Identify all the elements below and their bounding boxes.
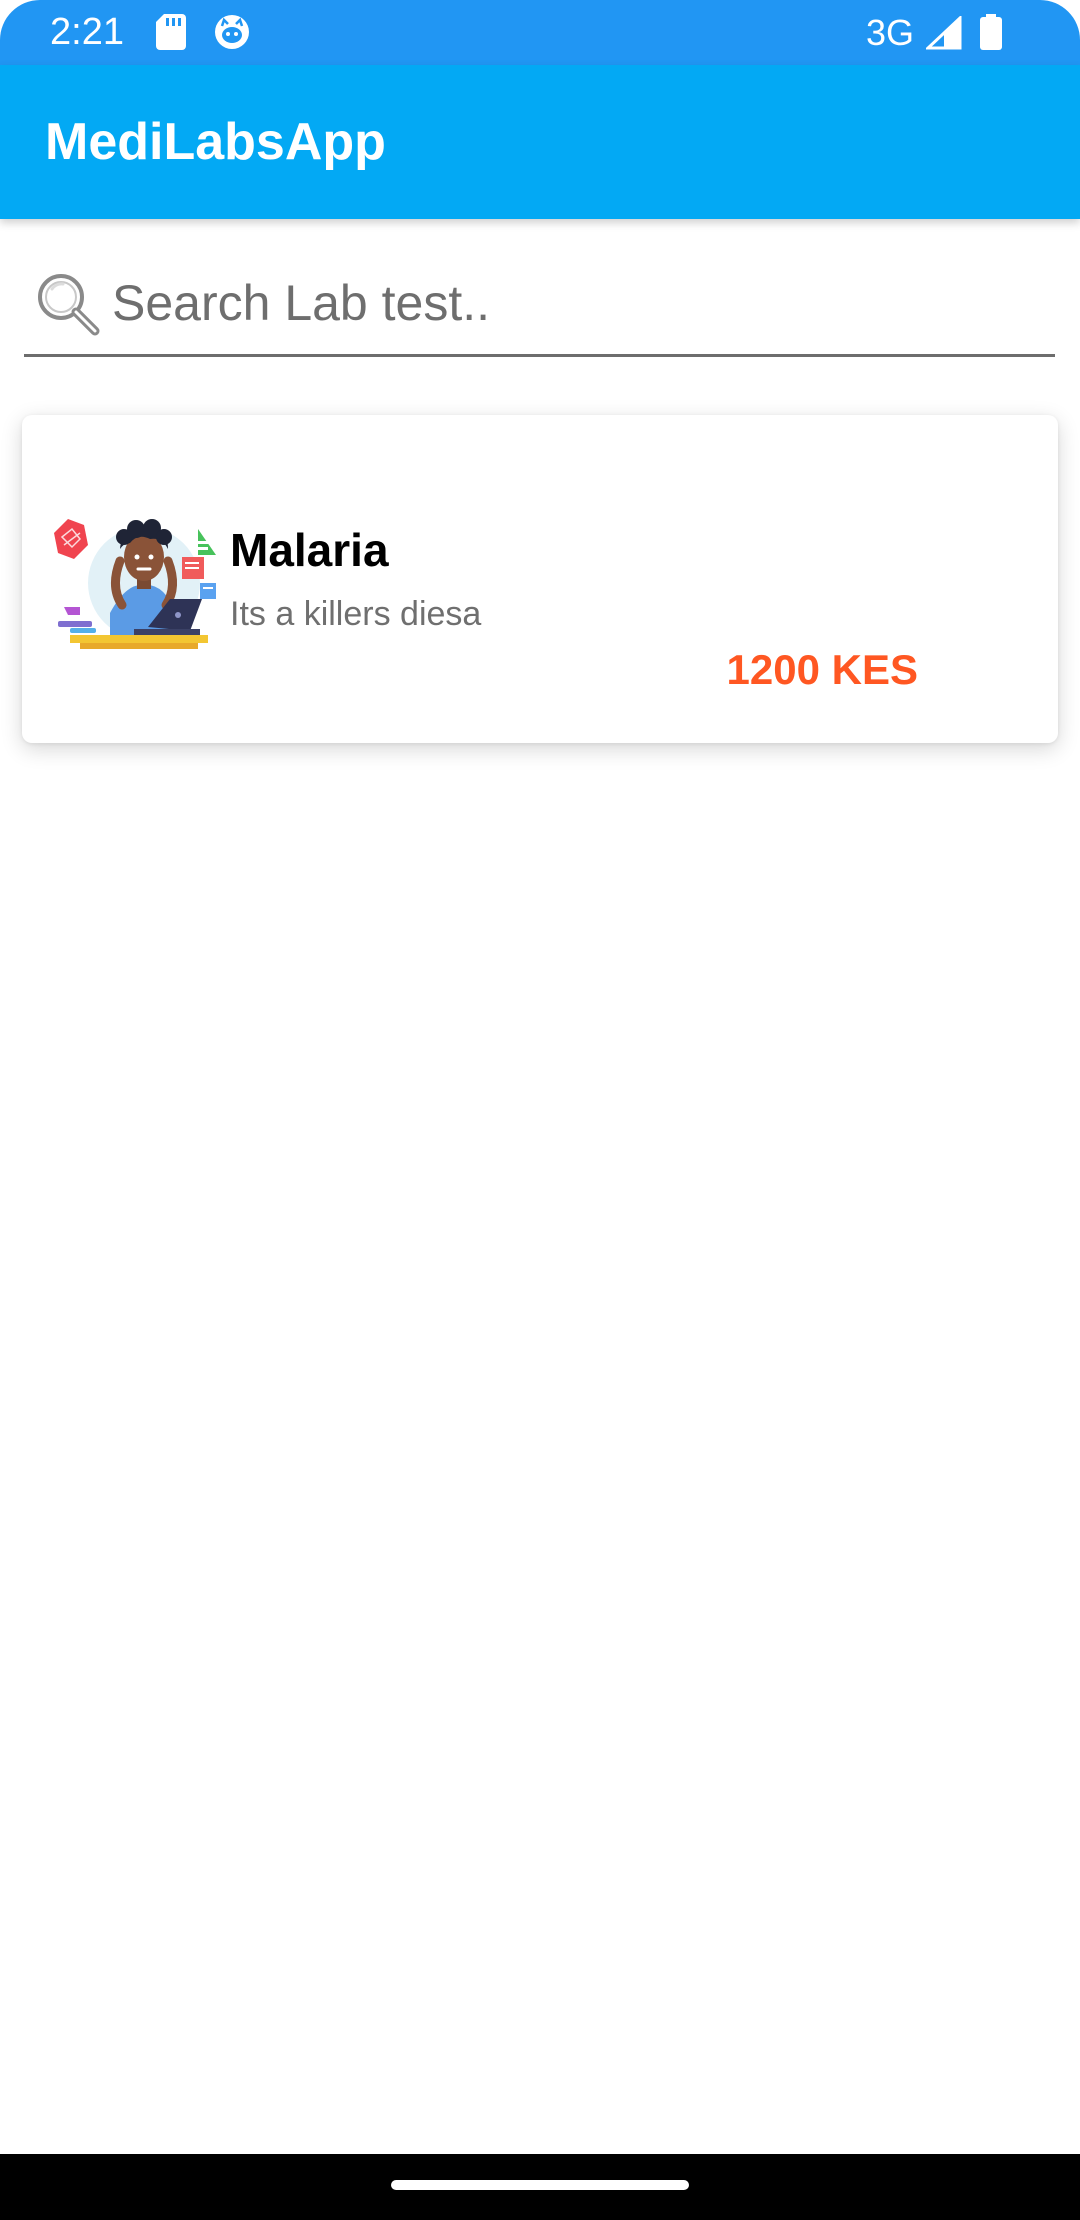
battery-icon [980, 14, 1002, 55]
search-input[interactable] [112, 270, 1032, 336]
network-type: 3G [866, 12, 915, 53]
lab-test-price: 1200 KES [726, 646, 918, 693]
search-bar[interactable] [24, 258, 1055, 357]
app-title: MediLabsApp [45, 113, 386, 171]
navigation-bar [0, 2154, 1080, 2220]
status-time: 2:21 [50, 11, 124, 53]
app-bar: MediLabsApp [0, 65, 1080, 219]
status-bar: 2:21 3G [0, 0, 1080, 65]
lab-test-card[interactable]: Malaria Its a killers diesa 1200 KES [22, 415, 1058, 743]
stressed-person-illustration [50, 515, 228, 665]
lab-test-description: Its a killers diesa [230, 595, 482, 633]
signal-icon [924, 14, 962, 55]
lab-test-name: Malaria [230, 524, 389, 576]
search-icon [35, 271, 101, 337]
sd-card-icon [156, 14, 186, 55]
cat-face-icon [214, 14, 250, 55]
home-gesture-handle[interactable] [391, 2180, 689, 2190]
